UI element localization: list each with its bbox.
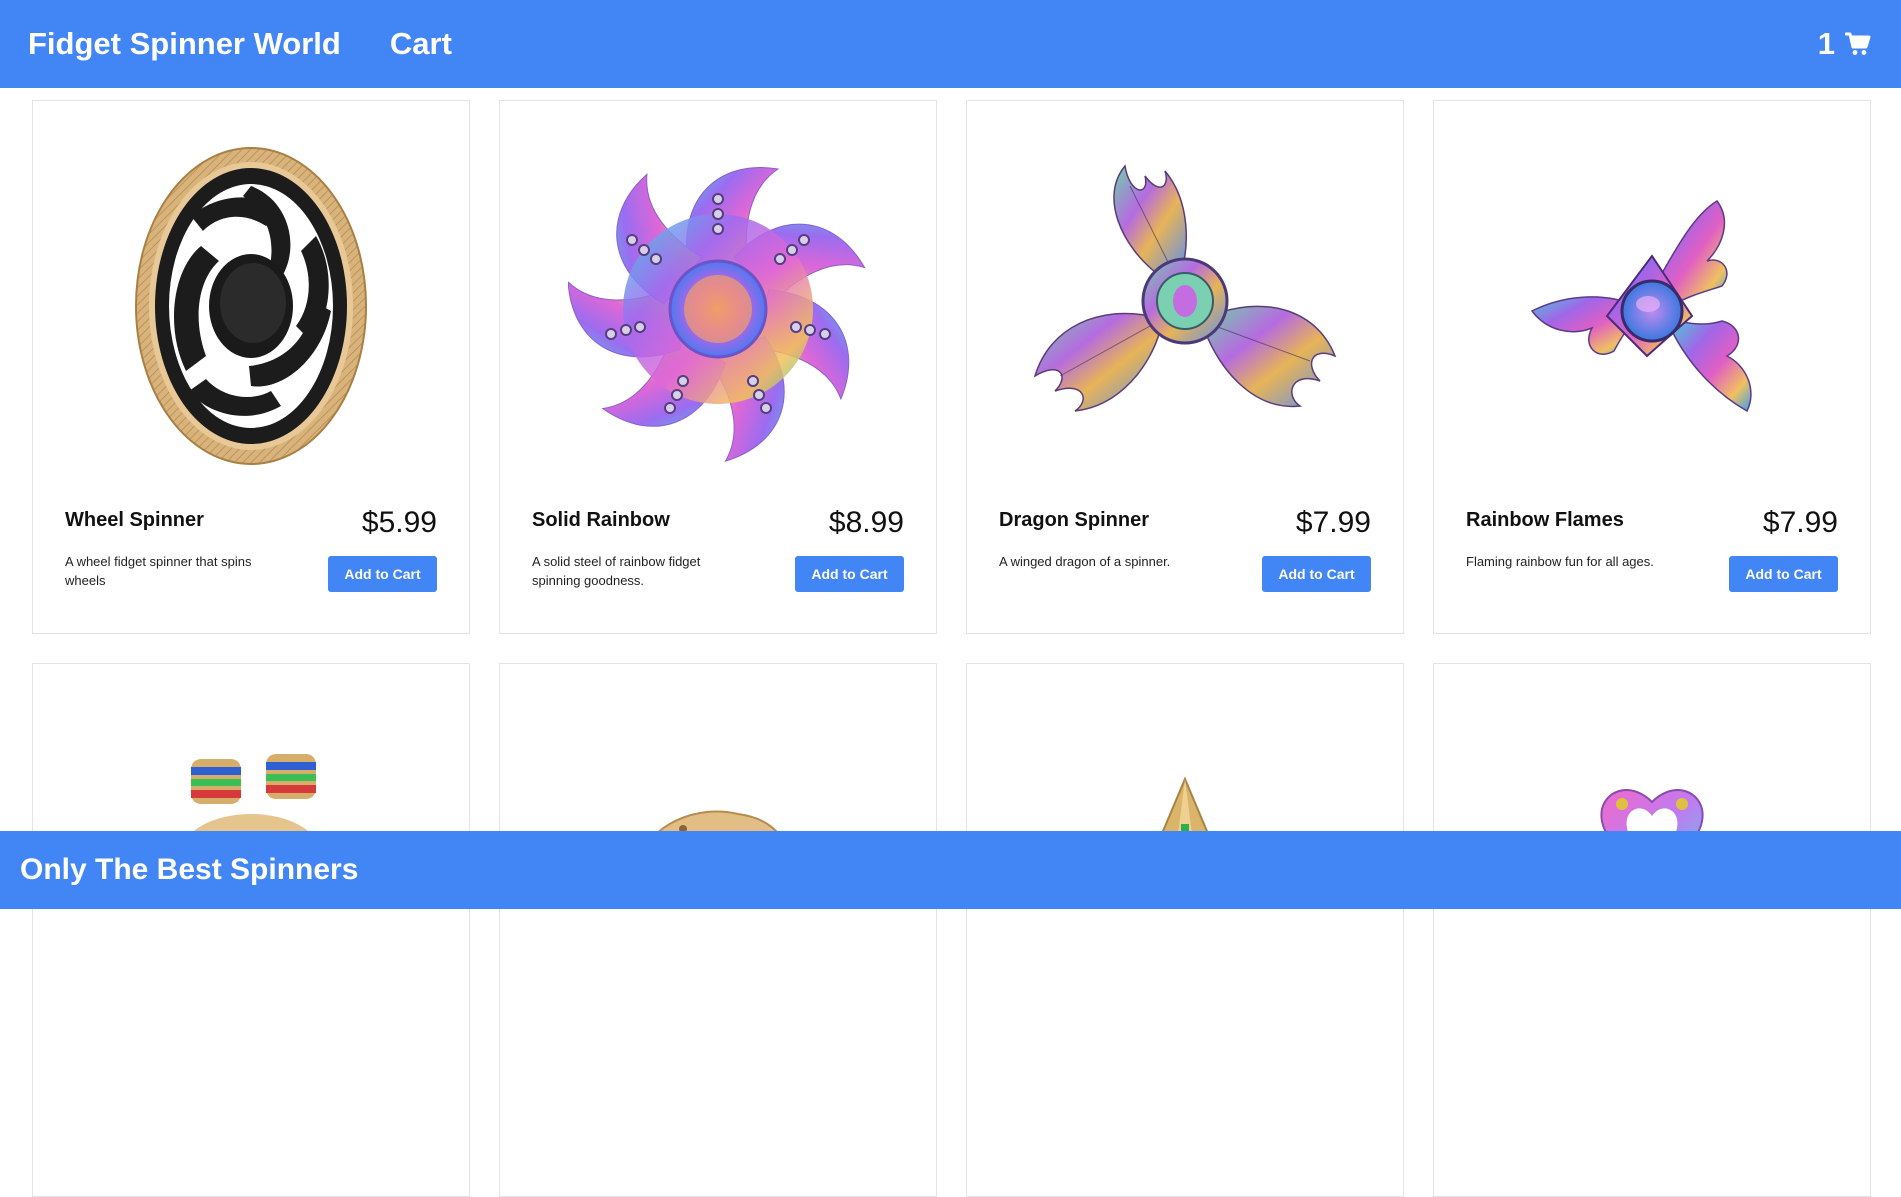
- product-name: Dragon Spinner: [999, 509, 1150, 531]
- product-name: Solid Rainbow: [532, 509, 670, 531]
- product-card: [966, 663, 1404, 1197]
- footer-bar: Only The Best Spinners: [0, 831, 1901, 909]
- solid-rainbow-image[interactable]: [500, 141, 936, 471]
- cart-nav-link[interactable]: Cart: [390, 26, 452, 62]
- add-to-cart-button[interactable]: Add to Cart: [795, 556, 904, 592]
- footer-tagline: Only The Best Spinners: [20, 853, 359, 886]
- product-grid: Wheel Spinner $5.99 A wheel fidget spinn…: [32, 100, 1872, 1197]
- product-card: [32, 663, 470, 1197]
- product-card: Solid Rainbow $8.99 A solid steel of rai…: [499, 100, 937, 634]
- rainbow-flames-image[interactable]: [1434, 141, 1870, 471]
- product-name: Rainbow Flames: [1466, 509, 1624, 531]
- product-card: Wheel Spinner $5.99 A wheel fidget spinn…: [32, 100, 470, 634]
- product-card: [499, 663, 937, 1197]
- add-to-cart-button[interactable]: Add to Cart: [328, 556, 437, 592]
- add-to-cart-button[interactable]: Add to Cart: [1262, 556, 1371, 592]
- product-card: Dragon Spinner $7.99 A winged dragon of …: [966, 100, 1404, 634]
- product-card: [1433, 663, 1871, 1197]
- product-price: $8.99: [828, 506, 904, 539]
- cart-indicator[interactable]: 1: [1818, 26, 1873, 62]
- shopping-cart-icon: [1845, 32, 1871, 56]
- product-description: Flaming rainbow fun for all ages.: [1466, 554, 1654, 569]
- wheel-spinner-image[interactable]: [33, 141, 469, 471]
- product-card: Rainbow Flames $7.99 Flaming rainbow fun…: [1433, 100, 1871, 634]
- cart-count: 1: [1817, 26, 1835, 61]
- product-description: A solid steel of rainbow fidget spinning…: [532, 554, 701, 588]
- brand-link[interactable]: Fidget Spinner World: [28, 26, 341, 62]
- product-description: A wheel fidget spinner that spins wheels: [65, 554, 252, 588]
- product-description: A winged dragon of a spinner.: [999, 554, 1171, 569]
- dragon-spinner-image[interactable]: [967, 141, 1403, 471]
- product-price: $5.99: [361, 506, 437, 539]
- product-price: $7.99: [1295, 506, 1371, 539]
- top-navbar: Fidget Spinner World Cart 1: [0, 0, 1901, 88]
- product-price: $7.99: [1762, 506, 1838, 539]
- add-to-cart-button[interactable]: Add to Cart: [1729, 556, 1838, 592]
- product-name: Wheel Spinner: [65, 509, 204, 531]
